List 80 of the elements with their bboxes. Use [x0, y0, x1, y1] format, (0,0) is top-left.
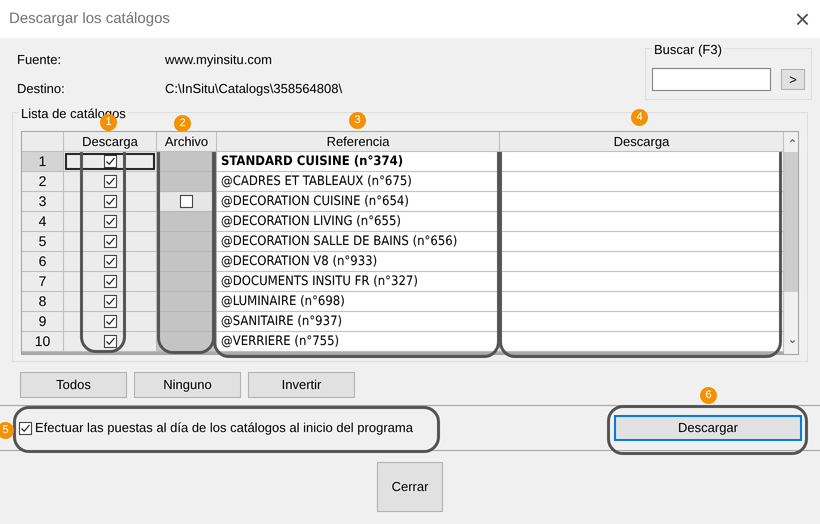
close-button[interactable]: ×: [794, 6, 810, 32]
download-checkbox[interactable]: [104, 275, 116, 288]
callout-badge: 3: [349, 112, 366, 129]
download-checkbox[interactable]: [104, 235, 116, 248]
scroll-up-button[interactable]: ⌃: [788, 132, 798, 152]
check-icon: [104, 236, 116, 247]
reference-cell: @DECORATION V8 (n°933): [217, 252, 500, 272]
selection-button[interactable]: Todos: [20, 372, 127, 398]
callout-badge: 2: [174, 115, 191, 132]
search-field[interactable]: [652, 68, 771, 91]
check-icon: [104, 176, 116, 187]
info-value: www.myinsitu.com: [165, 51, 272, 69]
download-checkbox[interactable]: [104, 215, 116, 228]
download-cell[interactable]: [64, 192, 157, 212]
reference-cell: @DECORATION CUISINE (n°654): [217, 192, 500, 212]
scroll-down-button[interactable]: ⌄: [788, 334, 798, 354]
reference-cell: @DECORATION LIVING (n°655): [217, 212, 500, 232]
callout-badge: 6: [700, 387, 717, 404]
check-icon: [20, 422, 31, 434]
archive-checkbox[interactable]: [180, 195, 193, 208]
auto-update-label: Efectuar las puestas al día de los catálogos al inicio del programa: [35, 419, 413, 438]
download-cell[interactable]: [64, 232, 157, 252]
window-title: Descargar los catálogos: [9, 8, 170, 29]
check-icon: [104, 276, 116, 287]
reference-cell: @VERRIERE (n°755): [217, 332, 500, 352]
reference-cell: @CADRES ET TABLEAUX (n°675): [217, 172, 500, 192]
row-number[interactable]: 8: [22, 292, 64, 312]
download-cell[interactable]: [64, 212, 157, 232]
auto-update-checkbox[interactable]: [19, 422, 32, 434]
row-number[interactable]: 3: [22, 192, 64, 212]
check-icon: [104, 156, 116, 167]
callout-badge: 5: [0, 422, 14, 439]
download-checkbox[interactable]: [104, 155, 116, 168]
check-icon: [104, 336, 116, 347]
download-cell[interactable]: [64, 272, 157, 292]
row-number[interactable]: 5: [22, 232, 64, 252]
callout-badge: 4: [631, 109, 648, 126]
reference-cell: @DOCUMENTS INSITU FR (n°327): [217, 272, 500, 292]
download-button[interactable]: Descargar: [614, 415, 802, 441]
download-checkbox[interactable]: [104, 175, 116, 188]
check-icon: [104, 316, 116, 327]
scrollbar[interactable]: ⌃ ⌄: [784, 132, 798, 354]
reference-cell: @LUMINAIRE (n°698): [217, 292, 500, 312]
row-number[interactable]: 10: [22, 332, 64, 352]
info-label: Destino:: [17, 80, 66, 98]
row-number[interactable]: 2: [22, 172, 64, 192]
download-checkbox[interactable]: [104, 295, 116, 308]
row-number[interactable]: 7: [22, 272, 64, 292]
column-header[interactable]: Descarga: [64, 132, 157, 152]
row-number[interactable]: 4: [22, 212, 64, 232]
download-cell[interactable]: [64, 332, 157, 352]
reference-cell: STANDARD CUISINE (n°374): [217, 152, 500, 172]
check-icon: [104, 256, 116, 267]
download-checkbox[interactable]: [104, 335, 116, 348]
check-icon: [104, 196, 116, 207]
check-icon: [104, 216, 116, 227]
row-number[interactable]: 1: [22, 152, 64, 172]
download-checkbox[interactable]: [104, 195, 116, 208]
reference-cell: @SANITAIRE (n°937): [217, 312, 500, 332]
scroll-thumb[interactable]: [784, 152, 798, 292]
row-number[interactable]: 6: [22, 252, 64, 272]
header-corner-cell: [22, 132, 64, 152]
row-number[interactable]: 9: [22, 312, 64, 332]
check-icon: [104, 296, 116, 307]
reference-cell: @DECORATION SALLE DE BAINS (n°656): [217, 232, 500, 252]
column-header[interactable]: Referencia: [217, 132, 500, 152]
search-button[interactable]: >: [781, 69, 805, 90]
selection-button[interactable]: Ninguno: [134, 372, 241, 398]
selection-button[interactable]: Invertir: [248, 372, 355, 398]
info-value: C:\InSitu\Catalogs\358564808\: [165, 80, 342, 98]
column-header[interactable]: Descarga: [500, 132, 784, 152]
download-checkbox[interactable]: [104, 315, 116, 328]
close-dialog-button[interactable]: Cerrar: [377, 462, 443, 512]
column-header[interactable]: Archivo: [157, 132, 217, 152]
download-checkbox[interactable]: [104, 255, 116, 268]
info-label: Fuente:: [17, 51, 62, 69]
download-cell[interactable]: [64, 172, 157, 192]
download-cell[interactable]: [64, 292, 157, 312]
download-cell[interactable]: [64, 252, 157, 272]
download-cell[interactable]: [64, 312, 157, 332]
